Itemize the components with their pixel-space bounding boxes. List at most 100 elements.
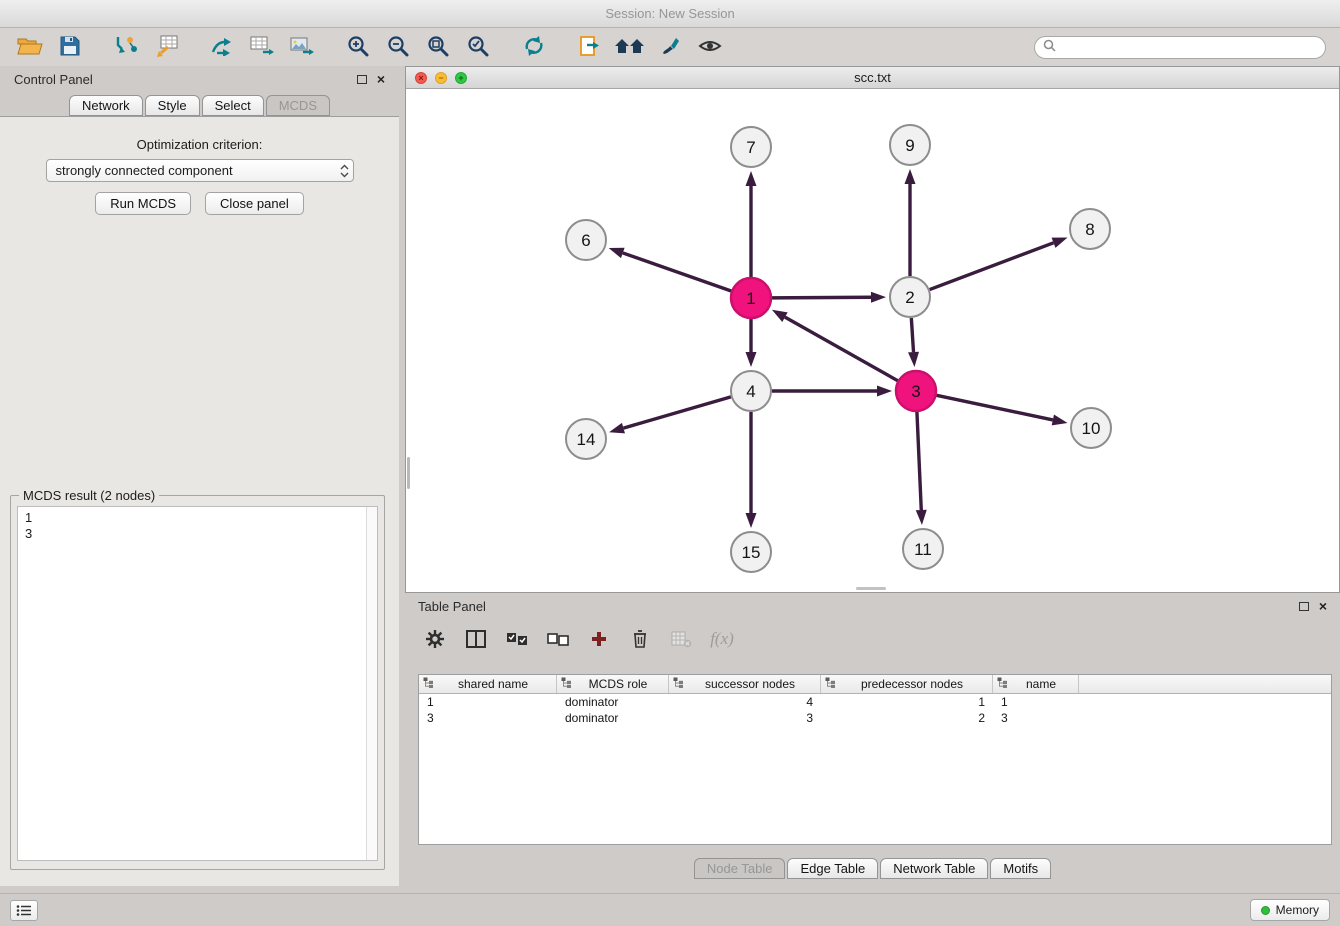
tab-motifs[interactable]: Motifs — [990, 858, 1051, 879]
delete-table-icon — [671, 631, 692, 648]
edge-arrowhead-3-10 — [1052, 415, 1068, 426]
status-bar: Memory — [0, 893, 1340, 926]
zoom-out-button[interactable] — [378, 31, 418, 63]
close-panel-icon[interactable]: × — [377, 74, 385, 84]
minimize-window-icon[interactable]: − — [435, 72, 447, 84]
column-header-name[interactable]: name — [993, 675, 1079, 693]
add-column-button[interactable] — [587, 627, 611, 651]
tab-mcds[interactable]: MCDS — [266, 95, 330, 116]
memory-button[interactable]: Memory — [1250, 899, 1330, 921]
zoom-selected-icon — [467, 35, 489, 60]
graph-node-label-4: 4 — [746, 382, 755, 401]
zoom-out-icon — [387, 35, 409, 60]
network-arrows-icon — [210, 36, 234, 59]
search-input[interactable] — [1061, 40, 1317, 54]
edge-arrowhead-4-3 — [877, 386, 892, 397]
function-builder-button[interactable]: f(x) — [710, 627, 734, 651]
tab-node-table[interactable]: Node Table — [694, 858, 786, 879]
column-header-successor-nodes[interactable]: successor nodes — [669, 675, 821, 693]
criterion-selected-value: strongly connected component — [56, 163, 233, 178]
mcds-result-list[interactable]: 13 — [17, 506, 378, 861]
tab-select[interactable]: Select — [202, 95, 264, 116]
edge-3-10[interactable] — [937, 395, 1053, 420]
criterion-select[interactable]: strongly connected component — [46, 159, 354, 182]
show-columns-button[interactable] — [464, 627, 488, 651]
edge-arrowhead-1-2 — [871, 292, 886, 303]
column-header-predecessor-nodes[interactable]: predecessor nodes — [821, 675, 993, 693]
edge-2-3[interactable] — [911, 318, 913, 352]
select-all-button[interactable] — [505, 627, 529, 651]
network-window-titlebar[interactable]: × − + scc.txt — [406, 67, 1339, 89]
edge-3-11[interactable] — [917, 412, 921, 510]
cell-shared-name: 1 — [419, 695, 557, 709]
graph-node-label-2: 2 — [905, 288, 914, 307]
import-network-button[interactable] — [106, 31, 146, 63]
zoom-fit-button[interactable] — [418, 31, 458, 63]
result-scrollbar[interactable] — [366, 507, 377, 860]
home-icon — [615, 37, 645, 58]
tab-style[interactable]: Style — [145, 95, 200, 116]
run-mcds-button[interactable]: Run MCDS — [95, 192, 191, 215]
mcds-result-item[interactable]: 3 — [18, 526, 377, 542]
cell-name: 3 — [993, 711, 1079, 725]
home-button[interactable] — [610, 31, 650, 63]
mcds-result-item[interactable]: 1 — [18, 510, 377, 526]
tab-edge-table[interactable]: Edge Table — [787, 858, 878, 879]
network-tools-button[interactable] — [202, 31, 242, 63]
cell-name: 1 — [993, 695, 1079, 709]
network-vertical-scrollbar[interactable] — [407, 457, 410, 489]
network-canvas[interactable]: 7968124314101511 — [406, 90, 1339, 592]
network-window-title: scc.txt — [854, 70, 891, 85]
delete-column-button[interactable] — [628, 627, 652, 651]
copy-view-button[interactable] — [570, 31, 610, 63]
graph-node-label-3: 3 — [911, 382, 920, 401]
network-horizontal-scrollbar[interactable] — [856, 587, 886, 590]
edge-1-6[interactable] — [623, 253, 731, 291]
search-icon — [1043, 39, 1056, 55]
table-settings-button[interactable] — [423, 627, 447, 651]
refresh-button[interactable] — [514, 31, 554, 63]
table-row[interactable]: 1dominator411 — [419, 694, 1331, 710]
import-table-button[interactable] — [146, 31, 186, 63]
task-history-button[interactable] — [10, 900, 38, 921]
close-table-panel-icon[interactable]: × — [1319, 601, 1327, 611]
maximize-window-icon[interactable]: + — [455, 72, 467, 84]
toolbar-separator — [90, 31, 106, 63]
close-panel-button[interactable]: Close panel — [205, 192, 304, 215]
edge-3-1[interactable] — [785, 317, 898, 381]
edge-2-8[interactable] — [930, 243, 1054, 290]
search-box[interactable] — [1034, 36, 1326, 59]
zoom-in-button[interactable] — [338, 31, 378, 63]
export-table-button[interactable] — [242, 31, 282, 63]
column-tree-icon — [997, 677, 1008, 688]
edge-4-14[interactable] — [623, 397, 730, 428]
delete-table-button-disabled[interactable] — [669, 627, 693, 651]
table-row[interactable]: 3dominator323 — [419, 710, 1331, 726]
edge-1-2[interactable] — [772, 297, 871, 298]
style-brush-button[interactable] — [650, 31, 690, 63]
zoom-selected-button[interactable] — [458, 31, 498, 63]
column-header-shared-name[interactable]: shared name — [419, 675, 557, 693]
tab-network-table[interactable]: Network Table — [880, 858, 988, 879]
close-window-icon[interactable]: × — [415, 72, 427, 84]
zoom-in-icon — [347, 35, 369, 60]
float-panel-icon[interactable] — [357, 75, 367, 84]
mcds-panel-body: Optimization criterion: strongly connect… — [0, 116, 399, 886]
open-file-button[interactable] — [10, 31, 50, 63]
float-table-panel-icon[interactable] — [1299, 602, 1309, 611]
column-label: MCDS role — [572, 677, 664, 691]
show-hide-button[interactable] — [690, 31, 730, 63]
tab-network[interactable]: Network — [69, 95, 143, 116]
plus-icon — [590, 630, 608, 648]
column-label: successor nodes — [684, 677, 816, 691]
graph-node-label-10: 10 — [1082, 419, 1101, 438]
column-header-mcds-role[interactable]: MCDS role — [557, 675, 669, 693]
deselect-all-button[interactable] — [546, 627, 570, 651]
save-session-button[interactable] — [50, 31, 90, 63]
graph-node-label-6: 6 — [581, 231, 590, 250]
graph-node-label-15: 15 — [742, 543, 761, 562]
copy-view-icon — [579, 35, 601, 60]
graph-node-label-14: 14 — [577, 430, 596, 449]
export-image-button[interactable] — [282, 31, 322, 63]
graph-node-label-1: 1 — [746, 289, 755, 308]
